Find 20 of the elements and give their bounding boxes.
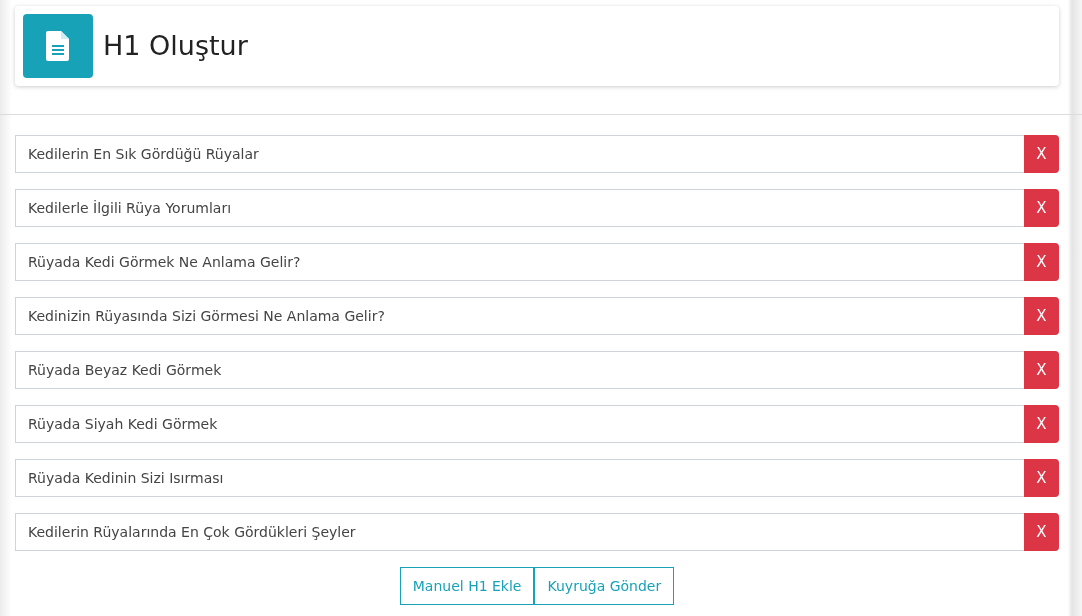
heading-input[interactable]: Rüyada Siyah Kedi Görmek [15, 405, 1024, 443]
action-button[interactable]: Kuyruğa Gönder [534, 567, 675, 605]
heading-input[interactable]: Rüyada Beyaz Kedi Görmek [15, 351, 1024, 389]
remove-button[interactable]: X [1024, 459, 1059, 497]
remove-button[interactable]: X [1024, 405, 1059, 443]
page-title: H1 Oluştur [103, 29, 248, 63]
heading-input[interactable]: Kedinizin Rüyasında Sizi Görmesi Ne Anlama Gelir? [15, 297, 1024, 335]
heading-input[interactable]: Rüyada Kedinin Sizi Isırması [15, 459, 1024, 497]
heading-input[interactable]: Kedilerin En Sık Gördüğü Rüyalar [15, 135, 1024, 173]
remove-button[interactable]: X [1024, 135, 1059, 173]
remove-button[interactable]: X [1024, 513, 1059, 551]
remove-button[interactable]: X [1024, 189, 1059, 227]
remove-button[interactable]: X [1024, 243, 1059, 281]
heading-input[interactable]: Kedilerin Rüyalarında En Çok Gördükleri Şeyler [15, 513, 1024, 551]
remove-button[interactable]: X [1024, 351, 1059, 389]
document-icon [23, 14, 93, 78]
heading-input[interactable]: Rüyada Kedi Görmek Ne Anlama Gelir? [15, 243, 1024, 281]
heading-input[interactable]: Kedilerle İlgili Rüya Yorumları [15, 189, 1024, 227]
action-button[interactable]: Manuel H1 Ekle [399, 567, 535, 605]
remove-button[interactable]: X [1024, 297, 1059, 335]
